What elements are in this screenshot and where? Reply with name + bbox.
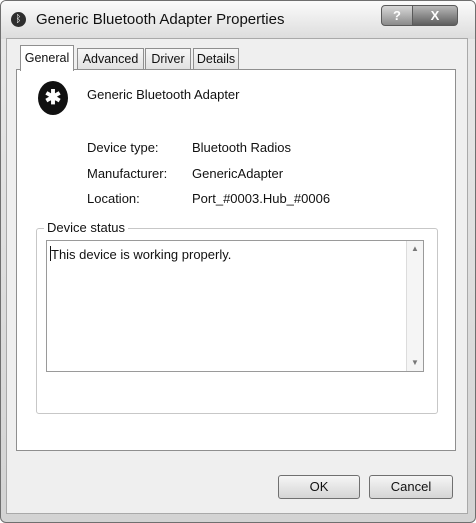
tab-details[interactable]: Details: [193, 48, 239, 69]
tab-general[interactable]: General: [20, 45, 74, 71]
ok-button[interactable]: OK: [278, 475, 360, 499]
device-status-text: This device is working properly.: [51, 247, 232, 262]
close-button[interactable]: X: [412, 5, 458, 26]
manufacturer-label: Manufacturer:: [87, 166, 168, 181]
cancel-button[interactable]: Cancel: [369, 475, 453, 499]
scroll-down-icon[interactable]: ▼: [407, 355, 423, 371]
device-type-label: Device type:: [87, 140, 159, 155]
device-name: Generic Bluetooth Adapter: [87, 87, 240, 102]
bluetooth-icon: ✱: [38, 81, 68, 115]
title-bar[interactable]: ᛒ Generic Bluetooth Adapter Properties ?…: [1, 1, 475, 39]
tab-advanced[interactable]: Advanced: [77, 48, 144, 69]
location-value: Port_#0003.Hub_#0006: [192, 191, 331, 206]
manufacturer-value: GenericAdapter: [192, 166, 284, 181]
device-status-title: Device status: [44, 220, 129, 235]
bluetooth-icon: ᛒ: [11, 12, 26, 27]
scroll-up-icon[interactable]: ▲: [407, 241, 423, 257]
status-scrollbar[interactable]: ▲ ▼: [406, 241, 423, 371]
location-label: Location:: [87, 191, 140, 206]
device-status-textbox[interactable]: This device is working properly. ▲ ▼: [46, 240, 424, 372]
help-button[interactable]: ?: [381, 5, 413, 26]
window-title: Generic Bluetooth Adapter Properties: [36, 11, 285, 28]
device-type-value: Bluetooth Radios: [192, 140, 292, 155]
tab-driver[interactable]: Driver: [145, 48, 191, 69]
